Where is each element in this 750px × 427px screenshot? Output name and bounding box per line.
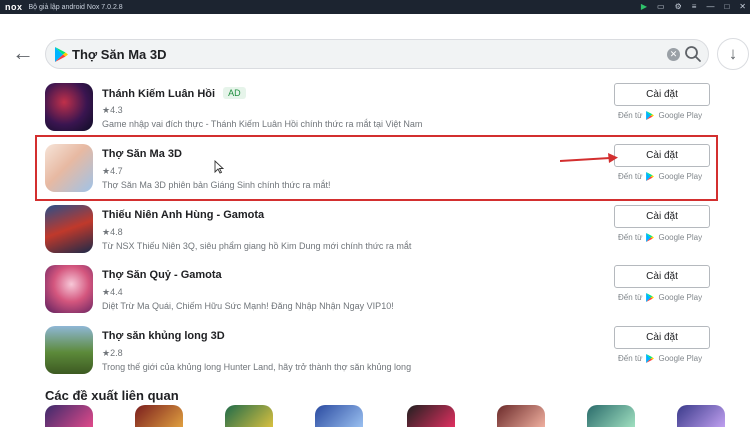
nox-logo: nox — [5, 2, 23, 12]
related-app-icon[interactable] — [225, 405, 273, 427]
app-icon[interactable] — [45, 83, 93, 131]
window-controls: ▶ ▭ ⚙ ≡ — □ ✕ — [641, 0, 746, 14]
app-description: Game nhập vai đích thực - Thánh Kiếm Luâ… — [102, 119, 423, 129]
app-description: Từ NSX Thiếu Niên 3Q, siêu phẩm giang hồ… — [102, 241, 412, 251]
list-item[interactable]: Thiếu Niên Anh Hùng - Gamota ★4.8 Từ NSX… — [0, 198, 750, 258]
app-name[interactable]: Thánh Kiếm Luân Hồi AD — [102, 87, 246, 100]
search-icon[interactable] — [684, 45, 702, 63]
app-icon[interactable] — [45, 265, 93, 313]
install-button[interactable]: Cài đặt — [614, 326, 710, 349]
install-button[interactable]: Cài đặt — [614, 205, 710, 228]
app-name-text: Thánh Kiếm Luân Hồi — [102, 88, 216, 100]
search-box[interactable]: Thợ Săn Ma 3D ✕ — [45, 39, 709, 69]
list-item[interactable]: Thánh Kiếm Luân Hồi AD ★4.3 Game nhập vai… — [0, 76, 750, 136]
highlight-box — [35, 135, 718, 201]
ad-badge: AD — [223, 87, 246, 99]
related-app-icon[interactable] — [497, 405, 545, 427]
app-icon[interactable] — [45, 326, 93, 374]
from-label: Đến từ — [618, 233, 643, 242]
related-app-icon[interactable] — [407, 405, 455, 427]
settings-icon[interactable]: ⚙ — [675, 0, 682, 14]
app-name[interactable]: Thợ săn khủng long 3D — [102, 330, 225, 342]
related-app-icon[interactable] — [677, 405, 725, 427]
list-item[interactable]: Thợ săn khủng long 3D ★2.8 Trong thế giớ… — [0, 319, 750, 379]
app-name[interactable]: Thiếu Niên Anh Hùng - Gamota — [102, 209, 264, 221]
app-rating: ★4.3 — [102, 105, 123, 115]
related-app-icon[interactable] — [135, 405, 183, 427]
app-description: Trong thế giới của khủng long Hunter Lan… — [102, 362, 412, 372]
related-section-title: Các đề xuất liên quan — [45, 388, 179, 403]
menu-icon[interactable]: ≡ — [692, 0, 697, 14]
install-button[interactable]: Cài đặt — [614, 265, 710, 288]
mouse-cursor-icon — [214, 160, 224, 174]
from-label: Đến từ — [618, 354, 643, 363]
clear-icon[interactable]: ✕ — [667, 48, 680, 61]
red-arrow-icon — [560, 153, 618, 163]
app-description: Diệt Trừ Ma Quái, Chiếm Hữu Sức Mạnh! Đă… — [102, 301, 394, 311]
app-icon[interactable] — [45, 205, 93, 253]
emulator-title-bar: nox Bộ giả lập android Nox 7.0.2.8 ▶ ▭ ⚙… — [0, 0, 750, 14]
related-apps-row — [45, 405, 750, 427]
download-icon[interactable]: ↓ — [717, 38, 749, 70]
related-app-icon[interactable] — [315, 405, 363, 427]
close-icon[interactable]: ✕ — [739, 0, 746, 14]
app-name[interactable]: Thợ Săn Quỷ - Gamota — [102, 269, 222, 281]
source-label: Đến từ Google Play — [618, 293, 702, 302]
google-play-icon — [55, 47, 68, 62]
google-play-icon — [646, 354, 655, 363]
from-label: Đến từ — [618, 111, 643, 120]
search-toolbar: ← Thợ Săn Ma 3D ✕ ↓ — [0, 14, 750, 76]
source-label: Đến từ Google Play — [618, 111, 702, 120]
app-rating: ★2.8 — [102, 348, 123, 358]
source-label: Đến từ Google Play — [618, 233, 702, 242]
google-play-icon — [646, 111, 655, 120]
search-input[interactable]: Thợ Săn Ma 3D — [72, 47, 166, 62]
from-label: Đến từ — [618, 293, 643, 302]
install-button[interactable]: Cài đặt — [614, 83, 710, 106]
list-item[interactable]: Thợ Săn Quỷ - Gamota ★4.4 Diệt Trừ Ma Qu… — [0, 258, 750, 318]
multi-window-icon[interactable]: ▭ — [657, 0, 665, 14]
minimize-icon[interactable]: — — [706, 0, 714, 14]
store-name: Google Play — [658, 293, 703, 302]
maximize-icon[interactable]: □ — [724, 0, 729, 14]
store-name: Google Play — [658, 111, 703, 120]
play-icon[interactable]: ▶ — [641, 0, 647, 14]
store-name: Google Play — [658, 354, 703, 363]
related-app-icon[interactable] — [45, 405, 93, 427]
source-label: Đến từ Google Play — [618, 354, 702, 363]
store-name: Google Play — [658, 233, 703, 242]
app-rating: ★4.8 — [102, 227, 123, 237]
google-play-icon — [646, 233, 655, 242]
back-arrow-icon[interactable]: ← — [12, 42, 34, 64]
related-app-icon[interactable] — [587, 405, 635, 427]
google-play-icon — [646, 293, 655, 302]
window-title: Bộ giả lập android Nox 7.0.2.8 — [28, 3, 123, 11]
app-rating: ★4.4 — [102, 287, 123, 297]
